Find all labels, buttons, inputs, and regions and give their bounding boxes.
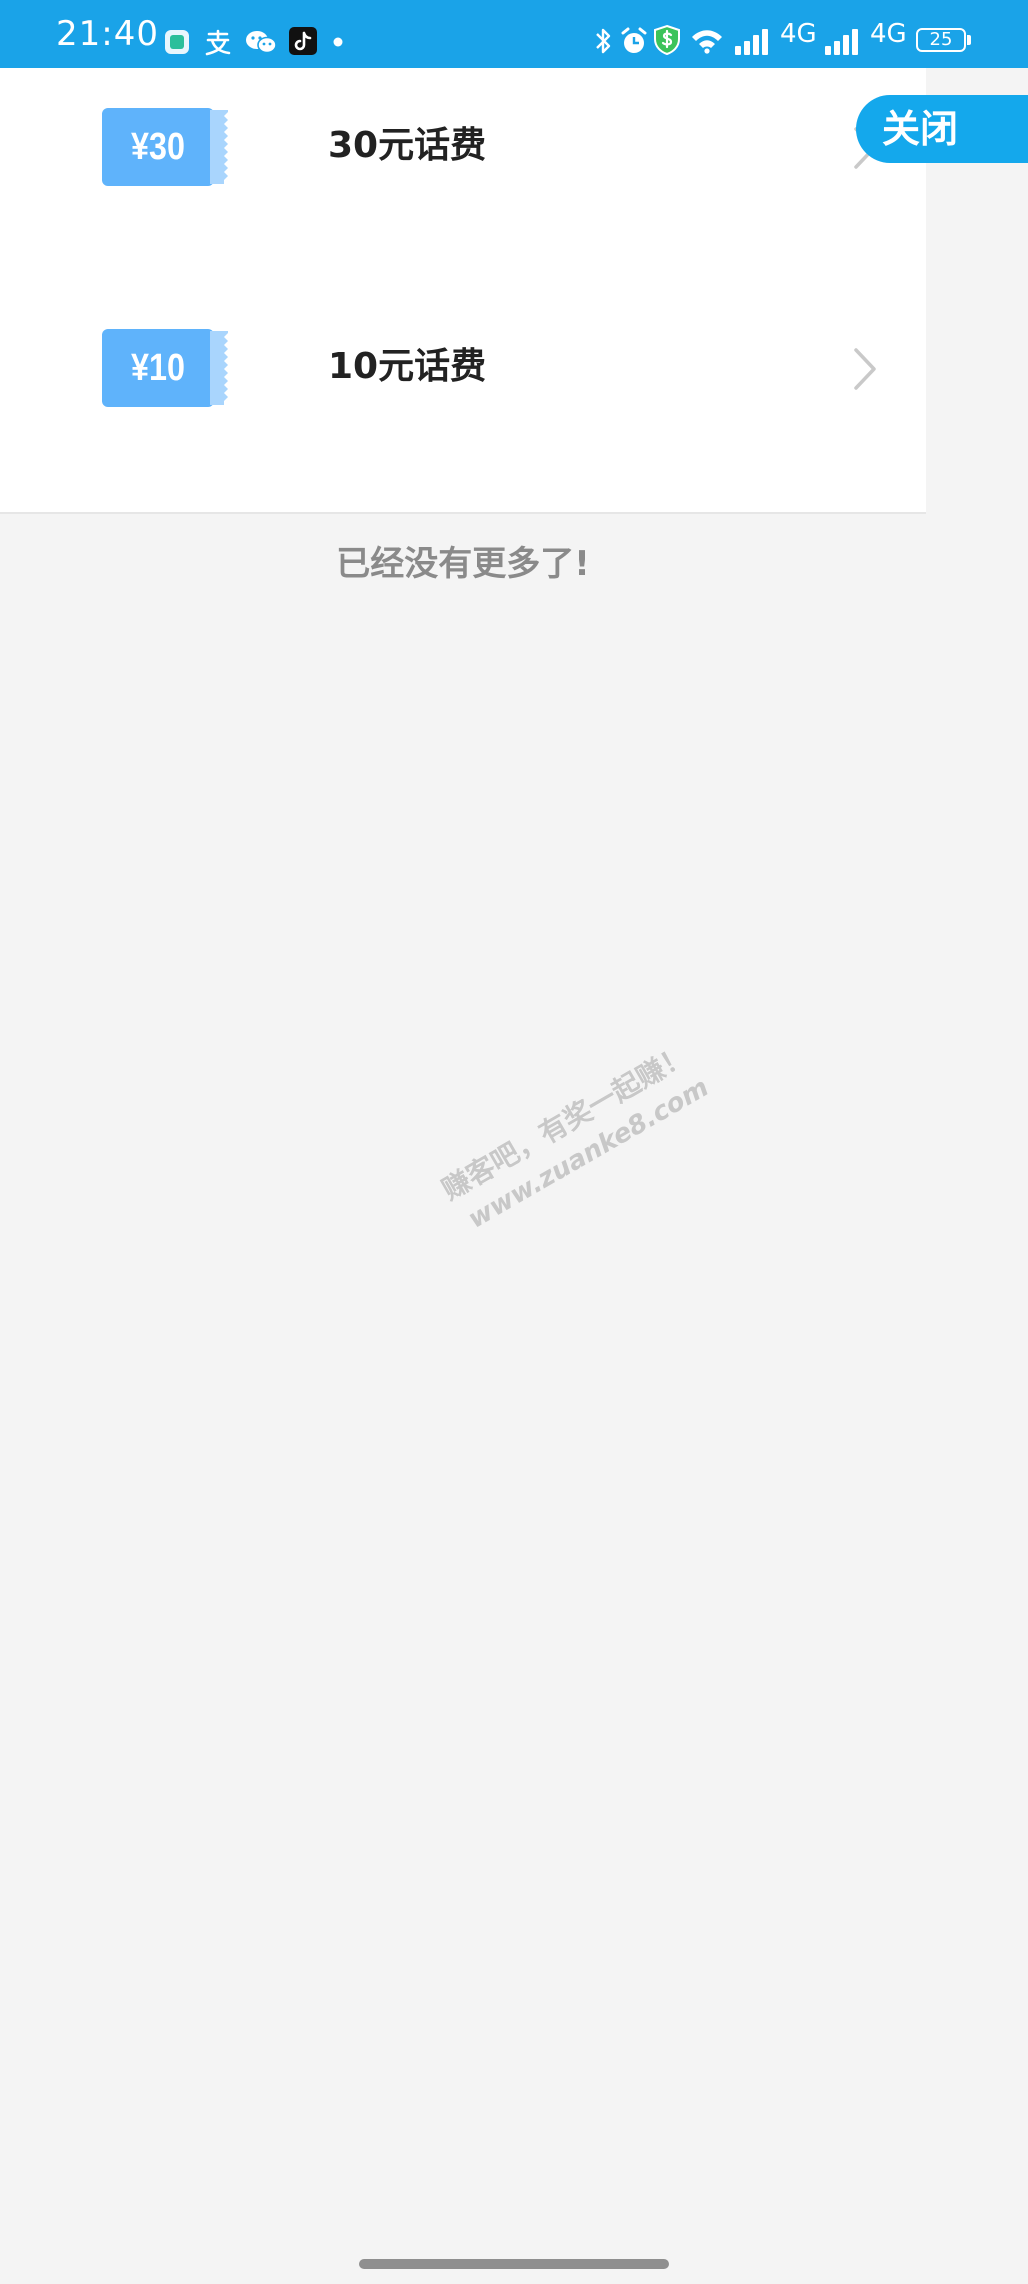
status-time: 21:40	[56, 14, 159, 54]
coupon-amount: ¥10	[131, 347, 185, 389]
coupon-label: 10元话费	[328, 346, 487, 387]
tiktok-icon	[289, 27, 317, 55]
network-type-label: 4G	[780, 19, 817, 49]
list-item[interactable]: ¥30 30元话费	[0, 108, 926, 268]
coupon-label: 30元话费	[328, 125, 487, 166]
bluetooth-icon	[596, 28, 611, 54]
wifi-icon	[692, 30, 722, 54]
chevron-right-icon	[854, 348, 876, 390]
status-bar: 21:40 4G 4G 25	[0, 0, 1028, 68]
security-shield-icon	[654, 24, 680, 56]
watermark: 赚客吧，有奖一起赚！ www.zuanke8.com	[360, 960, 714, 1235]
signal-icon	[825, 29, 858, 55]
battery-tip	[967, 35, 971, 45]
battery-level: 25	[929, 29, 953, 50]
notes-app-icon	[165, 30, 189, 54]
more-dot-icon	[333, 37, 343, 47]
home-indicator[interactable]	[359, 2259, 669, 2269]
alipay-icon	[205, 29, 231, 56]
battery-icon: 25	[916, 28, 966, 52]
close-button[interactable]: 关闭	[856, 95, 1028, 163]
coupon-ticket-icon: ¥30	[102, 108, 230, 186]
wechat-icon	[246, 31, 277, 54]
list-item[interactable]: ¥10 10元话费	[0, 329, 926, 489]
signal-icon	[735, 29, 768, 55]
list-end-text: 已经没有更多了!	[336, 544, 590, 584]
coupon-amount: ¥30	[131, 126, 185, 168]
coupon-list: ¥30 30元话费 ¥10 10元话费	[0, 68, 926, 514]
coupon-ticket-icon: ¥10	[102, 329, 230, 407]
network-type-label: 4G	[870, 19, 907, 49]
alarm-icon	[621, 27, 647, 53]
